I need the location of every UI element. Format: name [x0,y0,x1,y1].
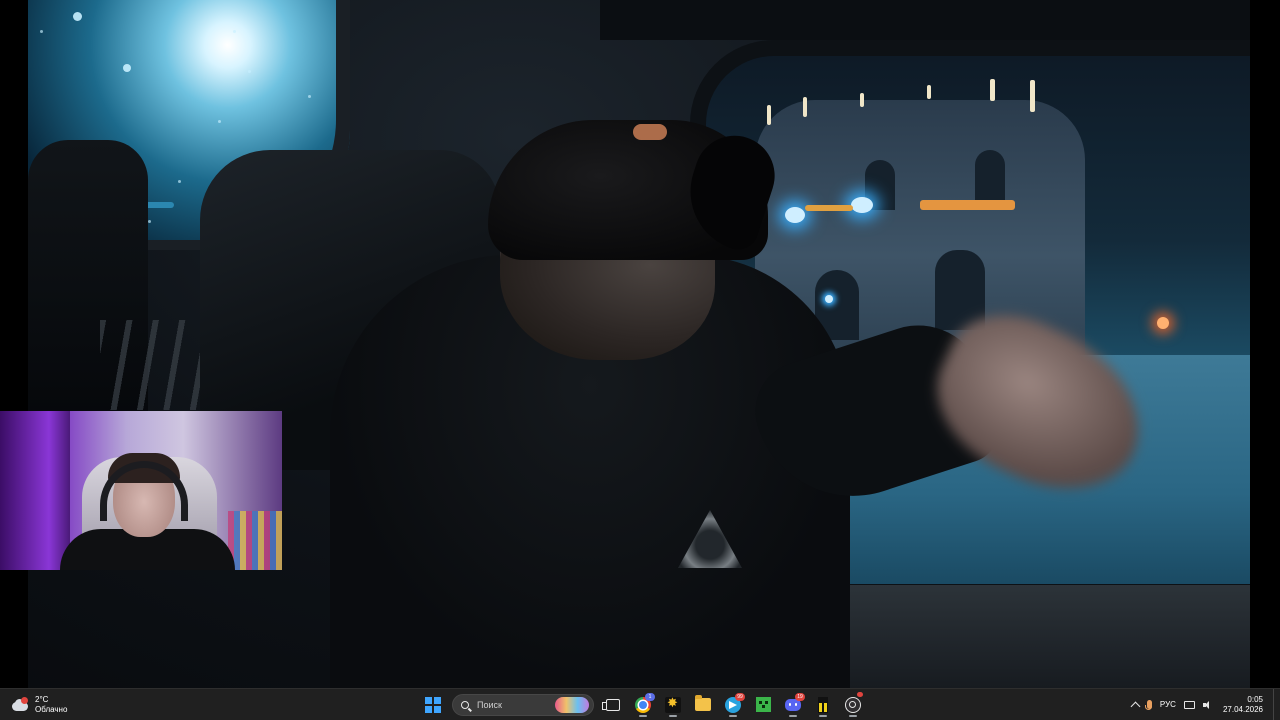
search-highlight-icon [555,696,589,713]
taskbar-apps: Поиск 1 99 [420,689,866,720]
clock[interactable]: 0:05 27.04.2026 [1215,695,1273,715]
search-placeholder: Поиск [477,699,502,710]
monitor-network-icon [1183,700,1195,709]
speaker-icon [1202,700,1211,709]
show-hidden-icons-button[interactable] [1128,692,1143,718]
obs-recording-dot [857,691,863,697]
chrome-button[interactable]: 1 [630,692,656,718]
discord-badge: 19 [795,692,805,701]
volume-button[interactable] [1199,692,1215,718]
obs-icon [845,696,861,713]
taskbar: 2°C Облачно Поиск 1 ✸ 99 19 РУС 0:05 27.… [0,688,1280,720]
network-button[interactable] [1180,692,1199,718]
clock-date: 27.04.2026 [1222,704,1263,714]
file-explorer-button[interactable] [690,692,716,718]
webcam-shelf [228,511,282,570]
start-button[interactable] [420,692,446,718]
chevron-up-icon [1130,701,1141,711]
yellow-bars-icon [818,696,828,713]
cap-logo [633,124,667,140]
folder-icon [695,695,711,711]
cloud-icon [10,697,30,713]
van-ceiling [600,0,1250,40]
microphone-icon [1144,700,1152,710]
letterbox-left [0,0,28,688]
video-frame[interactable] [0,0,1280,688]
yellow-app-button[interactable] [810,692,836,718]
windows-start-icon [425,696,441,713]
letterbox-right [1250,0,1280,688]
star-app-icon [665,696,681,713]
task-view-icon [602,698,620,711]
weather-widget[interactable]: 2°C Облачно [10,692,67,718]
task-view-button[interactable] [600,692,626,718]
system-tray: РУС 0:05 27.04.2026 [1128,689,1280,720]
show-desktop-button[interactable] [1273,689,1280,720]
webcam-overlay [0,411,282,570]
telegram-button[interactable]: 99 [720,692,746,718]
microphone-button[interactable] [1143,692,1156,718]
weather-condition: Облачно [35,705,68,714]
discord-button[interactable]: 19 [780,692,806,718]
screen: 2°C Облачно Поиск 1 ✸ 99 19 РУС 0:05 27.… [0,0,1280,720]
language-indicator[interactable]: РУС [1156,692,1180,718]
search-icon [461,700,469,709]
clock-time: 0:05 [1247,694,1263,704]
window-sill [800,585,1250,688]
chrome-badge: 1 [645,692,655,701]
webcam-curtain [0,411,70,570]
minecraft-button[interactable] [750,692,776,718]
telegram-badge: 99 [735,692,745,701]
weather-temperature: 2°C [35,695,49,704]
star-app-button[interactable] [660,692,686,718]
minecraft-icon [755,697,771,712]
search-input[interactable]: Поиск [452,693,594,716]
obs-button[interactable] [840,691,866,718]
